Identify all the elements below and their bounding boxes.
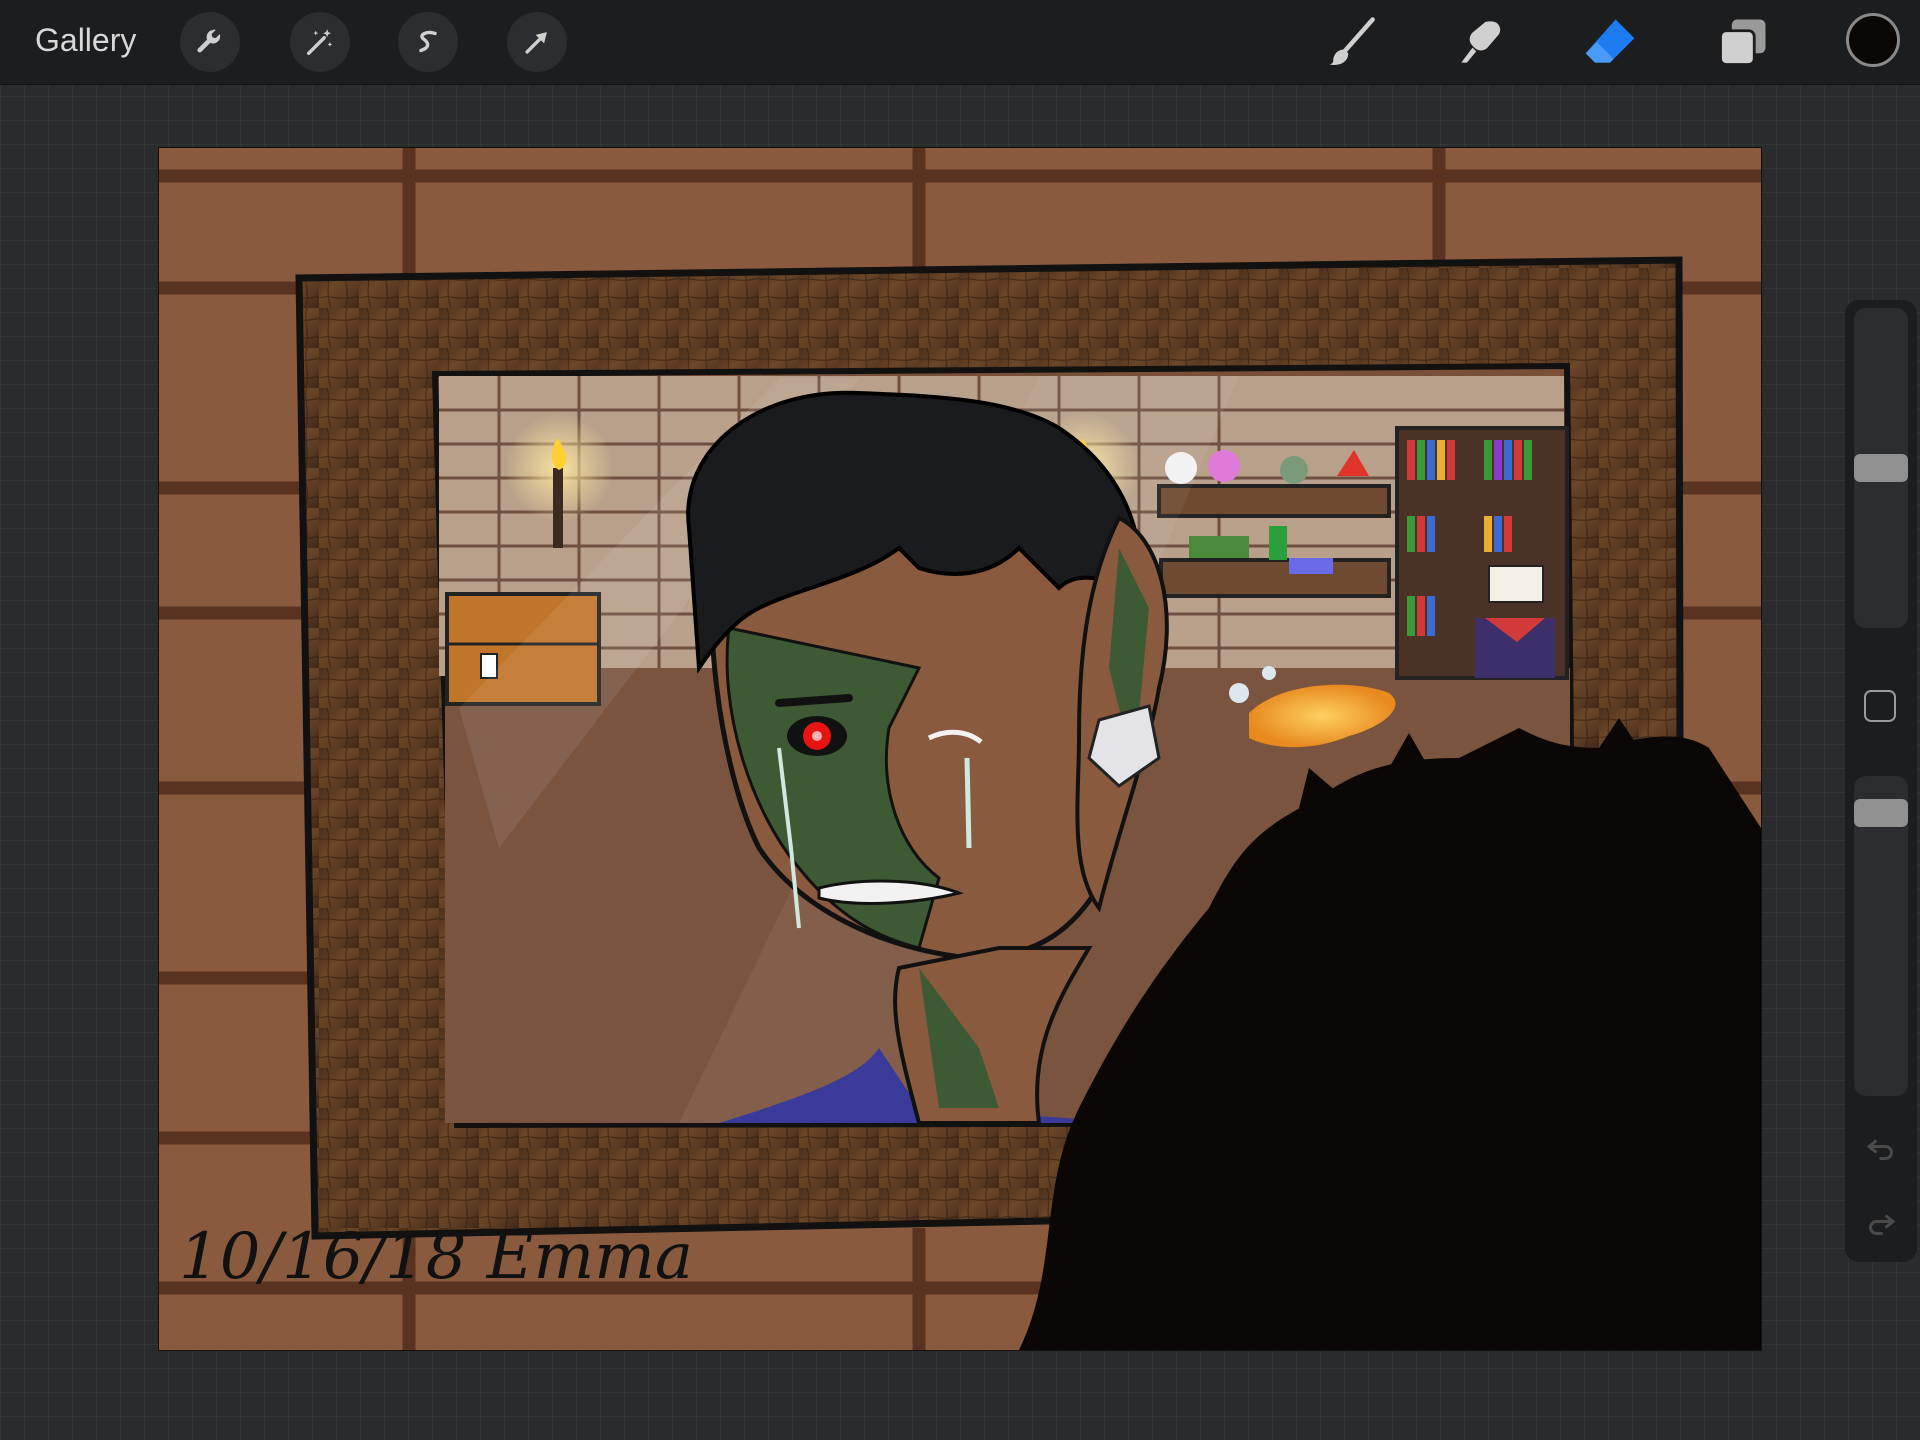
sidebar — [1845, 300, 1917, 1262]
drawing-canvas[interactable]: 10/16/18 Emma — [159, 148, 1761, 1350]
opacity-thumb[interactable] — [1854, 799, 1908, 828]
layers-button[interactable] — [1711, 10, 1775, 74]
brush-icon — [1329, 17, 1375, 65]
brush-size-thumb[interactable] — [1854, 454, 1908, 482]
redo-button[interactable] — [1863, 1205, 1899, 1241]
artist-signature: 10/16/18 Emma — [179, 1220, 693, 1294]
wrench-icon — [197, 29, 221, 53]
modify-button[interactable] — [1864, 690, 1896, 722]
color-picker-button[interactable] — [1846, 13, 1900, 67]
undo-button[interactable] — [1863, 1130, 1899, 1166]
selection-icon — [419, 30, 437, 53]
svg-text:10/16/18 Emma: 10/16/18 Emma — [179, 1220, 693, 1294]
brush-size-slider[interactable] — [1854, 308, 1908, 628]
magic-wand-icon — [306, 29, 333, 56]
eraser-tool-button[interactable] — [1578, 10, 1642, 74]
eraser-icon — [1585, 19, 1635, 63]
actions-button[interactable] — [180, 12, 240, 72]
top-toolbar: Gallery — [0, 0, 1920, 85]
undo-icon — [1866, 1139, 1893, 1160]
artwork: 10/16/18 Emma — [159, 148, 1761, 1350]
adjustments-button[interactable] — [290, 12, 350, 72]
brush-tool-button[interactable] — [1320, 10, 1384, 74]
transform-button[interactable] — [507, 12, 567, 72]
selection-button[interactable] — [398, 12, 458, 72]
redo-icon — [1869, 1214, 1896, 1235]
layers-icon — [1719, 19, 1766, 66]
opacity-slider[interactable] — [1854, 776, 1908, 1096]
smudge-icon — [1461, 21, 1501, 63]
smudge-tool-button[interactable] — [1448, 10, 1512, 74]
arrow-cursor-icon — [525, 32, 547, 54]
gallery-button[interactable]: Gallery — [35, 22, 136, 59]
